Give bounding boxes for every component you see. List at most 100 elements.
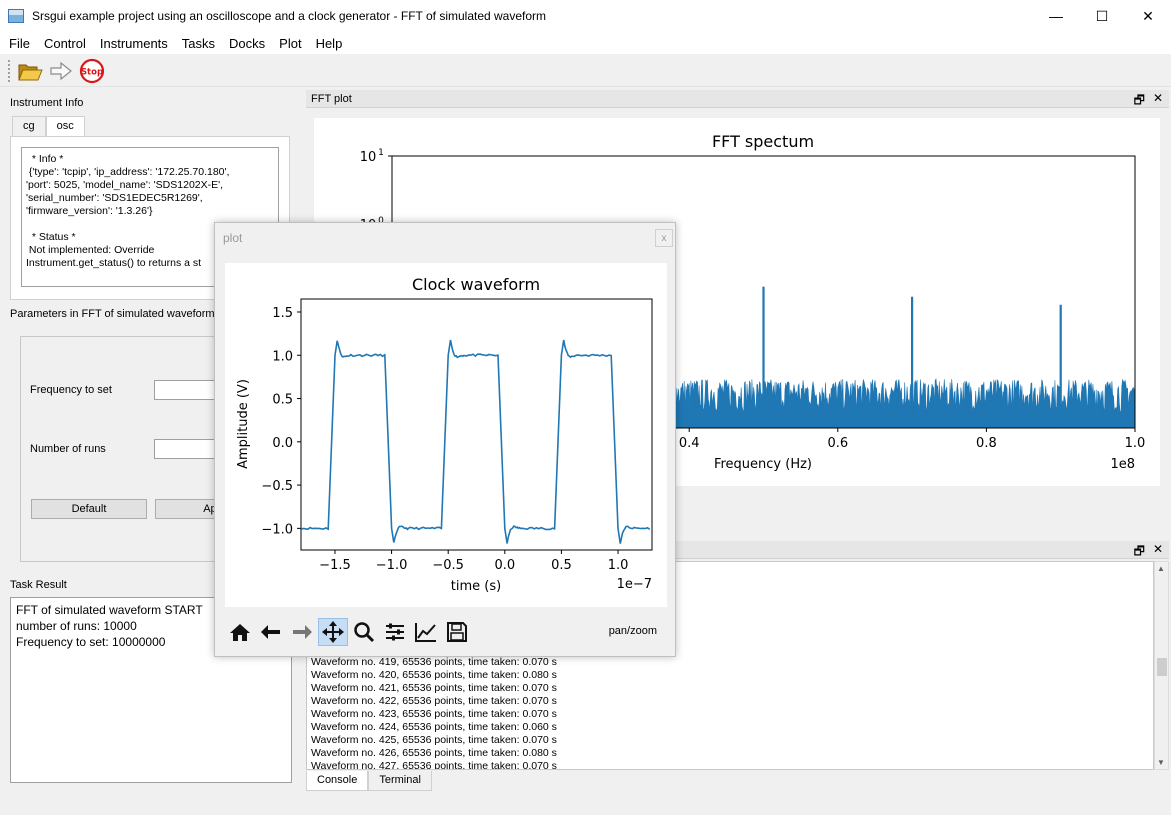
parameters-label: Parameters in FFT of simulated waveform	[10, 308, 215, 320]
arrow-right-icon	[293, 625, 312, 639]
app-icon	[8, 9, 24, 23]
plot-window[interactable]: plot x Clock waveform −1.5 −1.0 −0.5 0.0 0.5…	[214, 222, 676, 657]
minimize-button[interactable]: —	[1033, 0, 1079, 32]
home-button[interactable]	[225, 618, 255, 646]
clock-xtick-label: −0.5	[432, 558, 464, 573]
subplots-button[interactable]	[380, 618, 410, 646]
stop-button[interactable]: Stop	[78, 57, 106, 85]
console-line: Waveform no. 422, 65536 points, time tak…	[311, 695, 557, 707]
runs-label: Number of runs	[30, 443, 106, 455]
close-button[interactable]: ✕	[1125, 0, 1171, 32]
clock-x-offset: 1e−7	[617, 577, 652, 592]
console-line: Waveform no. 419, 65536 points, time tak…	[311, 656, 557, 668]
pan-button[interactable]	[318, 618, 348, 646]
arrow-right-icon	[50, 61, 72, 80]
console-line: Waveform no. 425, 65536 points, time tak…	[311, 734, 557, 746]
menu-bar: File Control Instruments Tasks Docks Plo…	[0, 32, 1171, 54]
console-dock-float-icon[interactable]: 🗗	[1134, 542, 1145, 563]
menu-instruments[interactable]: Instruments	[93, 36, 175, 51]
console-line: Waveform no. 427, 65536 points, time tak…	[311, 760, 557, 770]
fft-dock-title-text: FFT plot	[311, 92, 352, 105]
run-button[interactable]	[47, 57, 75, 85]
back-button[interactable]	[256, 618, 286, 646]
folder-open-icon	[18, 64, 43, 80]
fft-ytick-exponent: 1	[378, 148, 384, 158]
save-icon	[447, 622, 467, 642]
window-title: Srsgui example project using an oscillos…	[32, 9, 547, 23]
fft-dock-float-icon[interactable]: 🗗	[1134, 91, 1145, 112]
clock-xtick-label: 0.0	[494, 558, 515, 573]
default-button[interactable]: Default	[31, 499, 147, 519]
fft-chart-title: FFT spectum	[712, 132, 814, 151]
arrow-left-icon	[261, 625, 280, 639]
fft-dock-close-icon[interactable]: ✕	[1153, 91, 1163, 112]
title-bar: Srsgui example project using an oscillos…	[0, 0, 1171, 32]
clock-xtick-label: 0.5	[551, 558, 572, 573]
menu-file[interactable]: File	[2, 36, 37, 51]
stop-icon: Stop	[79, 58, 105, 83]
menu-tasks[interactable]: Tasks	[175, 36, 222, 51]
fft-dock-title: FFT plot 🗗 ✕	[306, 90, 1169, 108]
menu-docks[interactable]: Docks	[222, 36, 272, 51]
clock-chart-title: Clock waveform	[412, 275, 540, 294]
tab-terminal[interactable]: Terminal	[368, 771, 432, 791]
scroll-thumb[interactable]	[1157, 658, 1167, 676]
open-button[interactable]	[16, 57, 44, 85]
console-line: Waveform no. 420, 65536 points, time tak…	[311, 669, 557, 681]
scroll-up-icon[interactable]: ▲	[1157, 564, 1165, 573]
instrument-tabs: cg osc	[12, 116, 85, 137]
clock-ytick-label: 0.5	[272, 393, 293, 408]
plot-window-close-button[interactable]: x	[655, 229, 673, 247]
line-chart-icon	[415, 623, 436, 642]
instrument-info-label: Instrument Info	[10, 97, 84, 109]
scroll-down-icon[interactable]: ▼	[1157, 758, 1165, 767]
menu-plot[interactable]: Plot	[272, 36, 308, 51]
frequency-label: Frequency to set	[30, 384, 112, 396]
clock-xlabel: time (s)	[451, 579, 501, 594]
tab-osc[interactable]: osc	[45, 116, 85, 137]
console-line: Waveform no. 426, 65536 points, time tak…	[311, 747, 557, 759]
clock-plot-canvas[interactable]: Clock waveform −1.5 −1.0 −0.5 0.0 0.5 1.0 1.5…	[225, 263, 667, 607]
fft-ytick-label: 10	[360, 150, 377, 165]
main-toolbar: Stop	[0, 55, 1171, 87]
fft-xtick-label: 1.0	[1125, 436, 1146, 451]
plot-window-title[interactable]: plot	[215, 223, 675, 253]
clock-xtick-label: 1.0	[608, 558, 629, 573]
fft-xtick-label: 0.4	[679, 436, 700, 451]
clock-ytick-label: 0.0	[272, 436, 293, 451]
sliders-icon	[386, 623, 404, 641]
fft-x-offset: 1e8	[1110, 457, 1135, 472]
clock-ylabel: Amplitude (V)	[236, 379, 251, 469]
tab-console[interactable]: Console	[306, 771, 369, 791]
fft-xtick-label: 0.6	[827, 436, 848, 451]
clock-axes-frame	[300, 298, 653, 551]
console-lines: Waveform no. 419, 65536 points, time tak…	[311, 656, 557, 770]
clock-ytick-label: 1.0	[272, 349, 293, 364]
menu-help[interactable]: Help	[309, 36, 350, 51]
stop-label: Stop	[81, 67, 103, 77]
console-scrollbar[interactable]: ▲ ▼	[1154, 561, 1169, 770]
menu-control[interactable]: Control	[37, 36, 93, 51]
console-line: Waveform no. 424, 65536 points, time tak…	[311, 721, 557, 733]
customize-button[interactable]	[411, 618, 441, 646]
console-line: Waveform no. 421, 65536 points, time tak…	[311, 682, 557, 694]
console-dock-close-icon[interactable]: ✕	[1153, 542, 1163, 563]
console-tabs: Console Terminal	[306, 771, 432, 791]
tab-cg[interactable]: cg	[12, 116, 46, 137]
clock-xtick-label: −1.5	[319, 558, 351, 573]
clock-ytick-label: −0.5	[261, 479, 293, 494]
move-icon	[322, 621, 344, 643]
save-button[interactable]	[442, 618, 472, 646]
clock-waveform-line	[300, 339, 651, 544]
toolbar-grip[interactable]	[8, 59, 12, 82]
fft-xlabel: Frequency (Hz)	[714, 457, 812, 472]
maximize-button[interactable]: ☐	[1079, 0, 1125, 32]
fft-xtick-label: 0.8	[976, 436, 997, 451]
forward-button[interactable]	[287, 618, 317, 646]
clock-ytick-label: 1.5	[272, 306, 293, 321]
clock-ytick-label: −1.0	[261, 522, 293, 537]
zoom-button[interactable]	[349, 618, 379, 646]
magnifier-icon	[354, 622, 375, 643]
console-dock-title: 🗗 ✕	[676, 541, 1169, 559]
home-icon	[230, 624, 250, 641]
